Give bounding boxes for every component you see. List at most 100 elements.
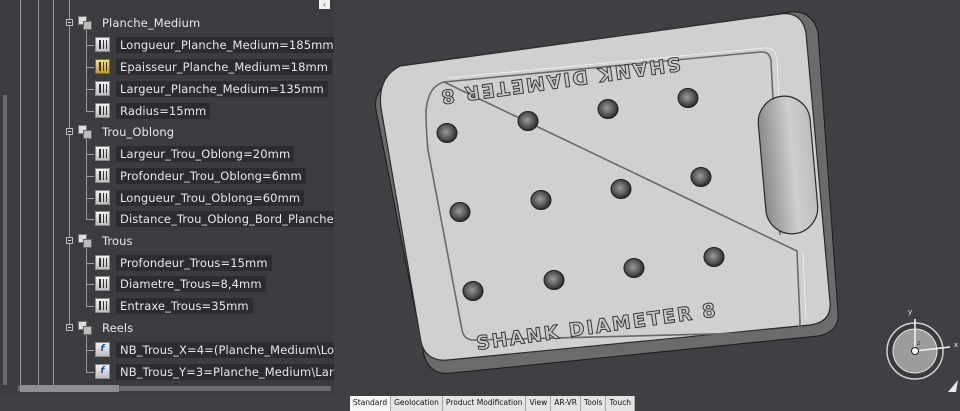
parameter-icon — [95, 255, 110, 270]
tree-line — [86, 67, 94, 68]
collapse-toggle-icon[interactable] — [66, 237, 73, 244]
compass-y-label: y — [908, 308, 912, 316]
tree-line — [86, 30, 87, 112]
hole — [690, 167, 712, 187]
formula-icon: f — [95, 364, 110, 379]
collapse-toggle-icon[interactable] — [66, 19, 73, 26]
tree-group-label: Trous — [102, 233, 133, 248]
parameter-icon — [95, 168, 110, 183]
tree-group-label: Planche_Medium — [102, 15, 201, 30]
hole — [677, 88, 699, 108]
tab-product-modification[interactable]: Product Modification — [442, 396, 527, 411]
hole — [449, 202, 471, 222]
tree-line — [86, 89, 94, 90]
tree-group-planche-medium[interactable]: Planche_Medium — [78, 13, 203, 32]
hole — [436, 123, 458, 143]
tree-line — [86, 306, 94, 307]
tree-param[interactable]: Diametre_Trous=8,4mm — [95, 274, 266, 293]
tree-param[interactable]: Longueur_Planche_Medium=185mm — [95, 35, 334, 54]
tree-param-label: NB_Trous_Y=3=Planche_Medium\Largeur_Pla — [116, 363, 334, 380]
tree-param[interactable]: Profondeur_Trou_Oblong=6mm — [95, 166, 306, 185]
tree-line — [86, 372, 94, 373]
tree-line — [86, 334, 87, 372]
tab-tools[interactable]: Tools — [580, 396, 607, 411]
tree-param[interactable]: Largeur_Trou_Oblong=20mm — [95, 144, 295, 163]
collapse-toggle-icon[interactable] — [66, 128, 73, 135]
hole — [462, 281, 484, 301]
tree-param-label: Epaisseur_Planche_Medium=18mm — [116, 58, 333, 75]
tree-line — [86, 219, 94, 220]
specification-tree[interactable]: ‹ Planche_Medium Longueur_Planche_Medium… — [0, 0, 334, 395]
tree-param-label: Profondeur_Trous=15mm — [116, 254, 272, 271]
hole — [597, 99, 619, 119]
compass-widget[interactable]: y x z — [880, 305, 960, 385]
tree-param[interactable]: Distance_Trou_Oblong_Bord_Planche=6mm — [95, 209, 334, 228]
tree-line — [86, 111, 94, 112]
formula-icon: f — [95, 342, 110, 357]
tree-line — [86, 284, 94, 285]
tree-line — [86, 138, 87, 220]
tree-line — [86, 154, 94, 155]
tree-param[interactable]: Entraxe_Trous=35mm — [95, 296, 253, 315]
workbench-tabs: Standard Geolocation Product Modificatio… — [350, 396, 635, 411]
tree-param[interactable]: Epaisseur_Planche_Medium=18mm — [95, 57, 333, 76]
tree-param[interactable]: Longueur_Trou_Oblong=60mm — [95, 188, 305, 207]
hole — [703, 247, 725, 267]
tree-line — [53, 0, 54, 390]
tree-group-trou-oblong[interactable]: Trou_Oblong — [78, 122, 177, 141]
tree-group-reels[interactable]: Reels — [78, 318, 136, 337]
tree-group-trous[interactable]: Trous — [78, 231, 136, 250]
tree-param[interactable]: Radius=15mm — [95, 101, 211, 120]
tab-view[interactable]: View — [526, 396, 552, 411]
tab-standard[interactable]: Standard — [350, 396, 392, 411]
tree-param-label: Largeur_Trou_Oblong=20mm — [116, 145, 295, 162]
tree-param-label: Radius=15mm — [116, 102, 211, 119]
tree-line — [86, 246, 87, 306]
compass-z-label: z — [917, 340, 920, 347]
parameter-icon — [95, 37, 110, 52]
tree-line — [86, 176, 94, 177]
scroll-left-arrow-icon[interactable]: ‹ — [319, 0, 330, 9]
tree-line — [86, 350, 94, 351]
tree-line — [20, 0, 21, 390]
hole — [530, 190, 552, 210]
tree-param-label: Longueur_Planche_Medium=185mm — [116, 36, 334, 53]
tree-param-label: Diametre_Trous=8,4mm — [116, 275, 266, 292]
3d-viewport[interactable]: SHANK DIAMETER 8 SHANK DIAMETER 8 — [334, 0, 960, 396]
parameter-icon — [95, 211, 110, 226]
tree-group-label: Trou_Oblong — [102, 124, 175, 139]
parameter-icon — [95, 298, 110, 313]
tree-param[interactable]: Profondeur_Trous=15mm — [95, 253, 272, 272]
tree-param-label: Entraxe_Trous=35mm — [116, 297, 253, 314]
tree-param-label: NB_Trous_X=4=(Planche_Medium\Longueur_ — [116, 341, 334, 358]
parameter-icon — [95, 103, 110, 118]
tree-param-label: Longueur_Trou_Oblong=60mm — [116, 189, 305, 206]
hole — [623, 258, 645, 278]
parameter-set-icon — [78, 15, 93, 30]
parameter-icon — [95, 81, 110, 96]
horizontal-scrollbar-thumb[interactable] — [20, 385, 119, 392]
hole — [543, 270, 565, 290]
tree-param-label: Distance_Trou_Oblong_Bord_Planche=6mm — [116, 210, 334, 227]
parameter-set-icon — [78, 320, 93, 335]
tree-param[interactable]: f NB_Trous_Y=3=Planche_Medium\Largeur_Pl… — [95, 362, 334, 381]
tab-touch[interactable]: Touch — [606, 396, 635, 411]
collapse-toggle-icon[interactable] — [66, 324, 73, 331]
locked-parameter-icon — [95, 59, 110, 74]
compass-x-label: x — [954, 341, 958, 349]
tree-line — [69, 0, 70, 330]
parameter-icon — [95, 276, 110, 291]
parameter-icon — [95, 146, 110, 161]
tab-ar-vr[interactable]: AR-VR — [551, 396, 581, 411]
tree-param[interactable]: f NB_Trous_X=4=(Planche_Medium\Longueur_ — [95, 340, 334, 359]
parameter-set-icon — [78, 124, 93, 139]
hole — [610, 179, 632, 199]
tab-geolocation[interactable]: Geolocation — [391, 396, 443, 411]
tree-group-label: Reels — [102, 320, 134, 335]
tree-line — [38, 0, 39, 390]
vertical-scrollbar[interactable] — [3, 95, 7, 385]
parameter-icon — [95, 190, 110, 205]
tree-param[interactable]: Largeur_Planche_Medium=135mm — [95, 79, 328, 98]
tree-line — [86, 45, 94, 46]
hole — [517, 111, 539, 131]
